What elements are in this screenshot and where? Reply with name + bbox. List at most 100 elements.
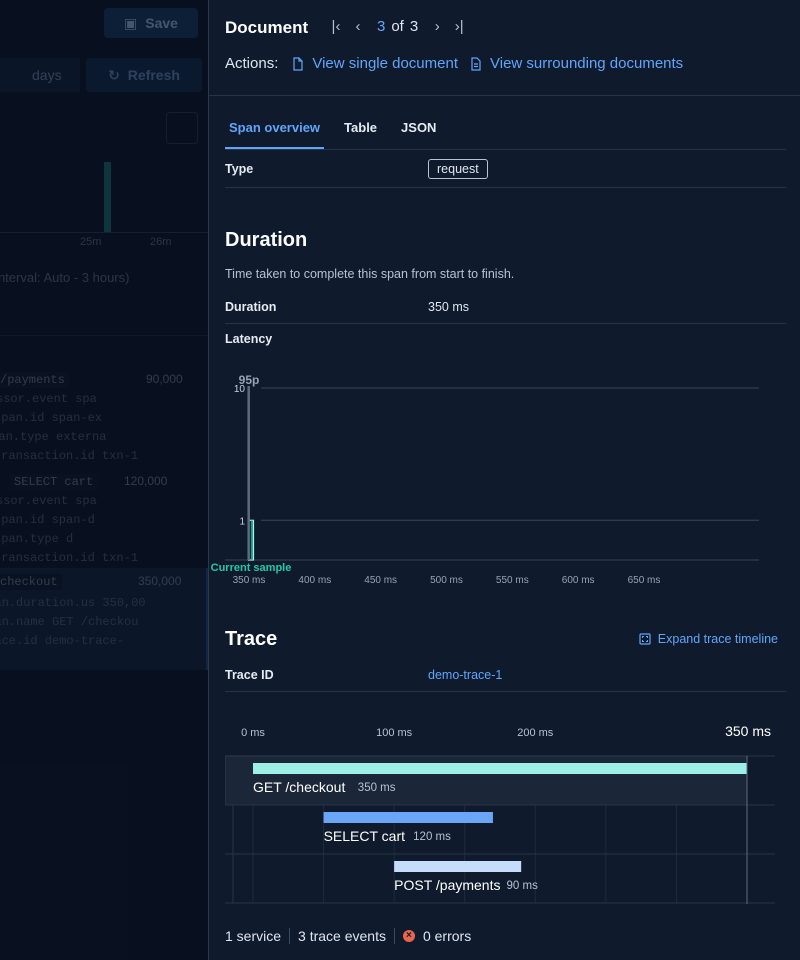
span-name[interactable]: GET /checkout (253, 779, 345, 795)
span-duration: 90 ms (507, 880, 539, 892)
type-badge: request (428, 159, 488, 179)
document-pager: |‹ ‹ 3 of 3 › ›| (325, 18, 470, 35)
expand-trace-timeline-button[interactable]: Expand trace timeline (639, 632, 778, 646)
error-icon: × (402, 930, 415, 942)
expand-icon (639, 633, 651, 645)
timeline-tick-label: 0 ms (241, 727, 265, 739)
save-icon: ▣ (124, 14, 138, 31)
previous-page-icon[interactable]: ‹ (347, 18, 369, 35)
bg-axis-label-1: 25m (80, 236, 102, 248)
footer-divider (289, 928, 291, 944)
bg-days-text: days (32, 67, 62, 83)
service-count: 1 service (225, 928, 282, 944)
trace-heading: Trace (225, 628, 278, 650)
current-sample-label: Current sample (211, 562, 292, 574)
last-page-icon[interactable]: ›| (448, 18, 470, 35)
span-bar[interactable] (394, 861, 522, 872)
p95-marker-label: 95p (239, 373, 260, 387)
first-page-icon[interactable]: |‹ (325, 18, 347, 35)
duration-row: Duration 350 ms (225, 290, 786, 324)
refresh-label: Refresh (127, 67, 180, 83)
timeline-tick-label: 200 ms (517, 727, 554, 739)
duration-key: Duration (225, 300, 277, 314)
span-name[interactable]: SELECT cart (324, 828, 406, 844)
current-page[interactable]: 3 (377, 18, 385, 35)
tab-span-overview[interactable]: Span overview (225, 112, 325, 149)
refresh-button[interactable]: ↻ Refresh (86, 58, 202, 92)
bg-histogram-bar (104, 162, 111, 232)
bg-row-title: SELECT cart (10, 474, 98, 490)
bg-row-1[interactable]: POST /payments 90,000 processor.event sp… (0, 368, 208, 466)
x-tick-label: 350 ms (233, 575, 266, 586)
bg-row-title: POST /payments (0, 372, 69, 388)
latency-label: Latency (225, 332, 273, 346)
document-icon (293, 56, 303, 71)
bg-row-duration: 350,000 (138, 574, 182, 588)
bg-row-duration: 90,000 (146, 372, 183, 386)
next-page-icon[interactable]: › (426, 18, 448, 35)
bg-row-2[interactable]: SELECT cart 120,000 processor.event spa … (0, 470, 208, 568)
bg-axis-line (0, 232, 208, 233)
bg-row-line: span.duration.us 350,00 (0, 596, 146, 610)
span-duration: 120 ms (413, 831, 451, 843)
timeline-tick-label: 100 ms (376, 727, 413, 739)
document-flyout: Document |‹ ‹ 3 of 3 › ›| Actions: View … (208, 0, 800, 960)
bg-row-duration: 120,000 (124, 474, 168, 488)
bg-row-line: processor.event spa (0, 494, 97, 508)
bg-row-line: transaction.id txn-1 (0, 449, 139, 463)
actions-bar: Actions: View single document View surro… (225, 55, 695, 72)
bg-row-line: span.type externa (0, 430, 107, 444)
pager-of: of (391, 18, 404, 35)
flyout-title: Document (225, 18, 309, 37)
trace-waterfall: 0 ms 100 ms 200 ms 350 ms GET /checkout 350 m… (225, 723, 775, 904)
trace-id-link[interactable]: demo-trace-1 (428, 668, 502, 682)
bg-settings-button[interactable] (166, 112, 198, 144)
x-tick-label: 650 ms (628, 575, 661, 586)
timeline-end-label: 350 ms (725, 723, 771, 739)
footer-divider (393, 928, 395, 944)
span-bar[interactable] (253, 763, 747, 774)
type-row: Type request (225, 150, 786, 188)
total-pages: 3 (409, 18, 419, 35)
trace-events-count: 3 trace events (298, 928, 386, 944)
bg-interval-text: (Interval: Auto - 3 hours) (0, 270, 130, 285)
view-single-label: View single document (312, 55, 459, 72)
actions-label: Actions: (225, 55, 279, 72)
error-count: 0 errors (422, 928, 472, 944)
duration-description: Time taken to complete this span from st… (225, 267, 515, 281)
view-surrounding-label: View surrounding documents (490, 55, 684, 72)
x-tick-label: 500 ms (430, 575, 463, 586)
bg-row-line: span.name GET /checkou (0, 615, 139, 629)
save-label: Save (145, 15, 178, 31)
trace-id-key: Trace ID (225, 668, 274, 682)
bg-row-3-selected[interactable]: GET /checkout 350,000 span.duration.us 3… (0, 568, 208, 670)
span-duration: 350 ms (358, 782, 396, 794)
refresh-icon: ↻ (108, 66, 120, 83)
span-bar[interactable] (323, 812, 493, 823)
type-key: Type (225, 162, 254, 176)
bg-toolbar (0, 304, 208, 336)
latency-histogram: 110350 ms 400 ms 450 ms 500 ms 550 ms 600 ms 6… (211, 373, 759, 586)
background-page: ▣ Save days ↻ Refresh 25m 26m (Interval:… (0, 0, 208, 960)
trace-summary: 1 service 3 trace events × 0 errors (225, 928, 471, 944)
flyout-tabs: Span overview Table JSON (225, 112, 786, 150)
x-tick-label: 550 ms (496, 575, 529, 586)
view-surrounding-documents-link[interactable]: View surrounding documents (470, 55, 683, 72)
bg-row-line: span.id span-d (0, 513, 95, 527)
bg-row-line: trace.id demo-trace- (0, 634, 125, 648)
tab-json[interactable]: JSON (397, 112, 440, 149)
view-single-document-link[interactable]: View single document (292, 55, 458, 72)
save-button[interactable]: ▣ Save (104, 8, 198, 38)
expand-label: Expand trace timeline (657, 632, 778, 646)
bg-row-line: transaction.id txn-1 (0, 551, 139, 565)
x-tick-label: 400 ms (298, 575, 331, 586)
trace-id-row: Trace ID demo-trace-1 (225, 658, 786, 692)
tab-table[interactable]: Table (340, 112, 381, 149)
documents-icon (471, 56, 481, 71)
x-tick-label: 450 ms (364, 575, 397, 586)
bg-row-title: GET /checkout (0, 574, 62, 590)
bg-date-picker[interactable]: days (0, 58, 80, 92)
span-name[interactable]: POST /payments (394, 877, 500, 893)
y-tick-label: 1 (239, 516, 245, 527)
bg-row-line: span.id span-ex (0, 411, 103, 425)
